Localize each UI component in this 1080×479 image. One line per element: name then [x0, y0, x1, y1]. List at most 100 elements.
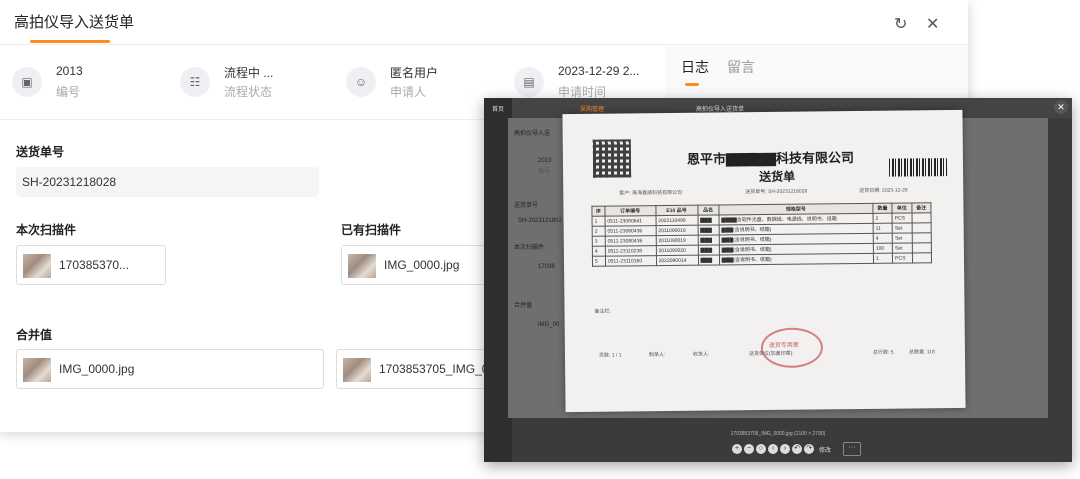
prev-icon[interactable]: ‹: [768, 444, 778, 454]
stamp-text: 送货专用章: [768, 342, 799, 349]
doc-table-cell: 100: [873, 243, 893, 254]
doc-table-cell: 4: [873, 233, 893, 244]
file-thumbnail: [348, 254, 376, 278]
doc-table-cell: ▇▇▇: [697, 244, 720, 256]
doc-table-cell: 0511-23110160: [605, 255, 657, 267]
existing-scan-file[interactable]: IMG_0000.jpg: [341, 245, 491, 285]
delivery-no-field[interactable]: SH-20231218028: [16, 167, 319, 197]
doc-table-cell: ▇▇▇(含说明书、纸箱): [719, 253, 874, 265]
doc-table-header-cell: 订单编号: [604, 205, 656, 217]
doc-company: 恩平市▇▇▇▇▇科技有限公司: [686, 150, 855, 167]
doc-table-cell: ▇▇▇: [697, 234, 720, 246]
doc-total-qty: 总数量: 118: [908, 349, 935, 356]
file-name: IMG_0000.jpg: [384, 258, 460, 272]
zoom-out-icon[interactable]: −: [744, 444, 754, 454]
doc-page: 页数: 1 / 1: [598, 352, 622, 359]
doc-table-cell: 2022090014: [656, 255, 699, 266]
image-viewer: 首页 采购管理 高拍仪导入送货单 ✕ 高拍仪导入送 2013 编号 送货单号 S…: [484, 98, 1072, 462]
bg-home-label: 首页: [492, 107, 505, 113]
info-label: 流程状态: [224, 85, 273, 99]
info-value: 流程中 ...: [224, 66, 274, 80]
doc-table-header-cell: 数量: [872, 203, 893, 214]
bg-delivery-label: 送货单号: [514, 203, 539, 209]
doc-total-rows: 总行数: 5: [872, 349, 894, 356]
doc-delivery-no: 送货单号: SH-20231218028: [745, 188, 808, 196]
info-label: 申请人: [390, 85, 427, 99]
current-scan-file[interactable]: 170385370...: [16, 245, 166, 285]
doc-table-cell: PCS: [892, 212, 912, 224]
file-name: IMG_0000.jpg: [59, 362, 135, 376]
doc-table-cell: Set: [892, 222, 912, 234]
delivery-note-image: 恩平市▇▇▇▇▇科技有限公司 送货单 客户: 珠海喜威科技有限公司 送货单号: …: [562, 109, 966, 413]
doc-table-cell: 0511-23080436: [605, 235, 656, 247]
doc-table-cell: 2022110499: [655, 215, 698, 226]
rotate-left-icon[interactable]: ↶: [792, 444, 802, 454]
bg-scan-file: 17038: [538, 264, 555, 270]
doc-table-header-cell: 品名: [697, 204, 719, 216]
doc-table-header-cell: E10 品号: [655, 205, 698, 216]
bg-merged-file: IMG_00: [538, 322, 560, 328]
file-thumbnail: [23, 254, 51, 278]
doc-table-cell: 0511-23080436: [604, 225, 656, 237]
delivery-no-label: 送货单号: [16, 145, 65, 159]
doc-table-cell: [911, 222, 932, 233]
close-icon[interactable]: ✕: [926, 14, 939, 34]
next-icon[interactable]: ›: [780, 444, 790, 454]
doc-receiver: 收货人:: [692, 351, 710, 358]
doc-table-cell: 2011090020: [655, 245, 699, 256]
bg-delivery-value: SH-2023121802: [518, 218, 562, 224]
doc-table-cell: 2: [592, 226, 606, 237]
bg-scan-label: 本次扫描件: [514, 245, 545, 251]
doc-table-cell: ▇▇▇: [697, 214, 719, 226]
doc-table-cell: [912, 242, 932, 253]
reset-icon[interactable]: ○: [756, 444, 766, 454]
info-value: 2013: [56, 64, 83, 78]
doc-table-cell: ▇▇▇: [697, 224, 720, 236]
doc-table-header-cell: 单位: [892, 202, 912, 214]
zoom-in-icon[interactable]: +: [732, 444, 742, 454]
rotate-right-icon[interactable]: ↷: [804, 444, 814, 454]
file-thumbnail: [343, 358, 371, 382]
file-name: 170385370...: [59, 258, 130, 272]
tab-message[interactable]: 留言: [727, 57, 755, 77]
bg-merged-label: 合并值: [514, 303, 533, 309]
doc-table-cell: 1: [873, 253, 893, 264]
doc-table-cell: 4: [592, 246, 606, 257]
info-item-number: ▣ 2013 编号: [0, 45, 160, 119]
refresh-icon[interactable]: ↻: [894, 14, 907, 34]
viewer-close-icon[interactable]: ✕: [1054, 100, 1068, 114]
window-title: 高拍仪导入送货单: [14, 14, 135, 31]
tab-underline: [685, 83, 699, 86]
image-caption: 1703853705_IMG_0000.jpg (2100 × 2790): [730, 431, 826, 437]
info-value: 匿名用户: [390, 66, 439, 80]
bg-title: 高拍仪导入送: [514, 131, 551, 137]
bg-number-label: 编号: [538, 169, 551, 175]
doc-table-body: 1 0511-23080641 2022110499 ▇▇▇ ▇▇▇▇含软件光盘、数据线…: [592, 212, 932, 267]
doc-date: 送货日期: 2023-12-28: [859, 187, 908, 194]
doc-customer: 客户: 珠海喜威科技有限公司: [619, 189, 683, 197]
doc-table-cell: 2: [872, 213, 893, 224]
barcode-icon: [888, 158, 948, 177]
doc-table-cell: [911, 232, 932, 243]
doc-table-cell: [912, 252, 932, 263]
doc-table: 序订单编号 E10 品号 品名 规格型号 数量 单位 备注 1 0511-23080641 20…: [591, 202, 932, 267]
qr-code-icon: [592, 139, 632, 178]
doc-remarks: 备注栏:: [594, 308, 611, 315]
doc-table-cell: Set: [892, 242, 913, 254]
bg-number: 2013: [538, 158, 552, 164]
merged-file-1[interactable]: IMG_0000.jpg: [16, 349, 324, 389]
doc-maker: 制单人:: [648, 352, 666, 359]
file-thumbnail: [23, 358, 51, 382]
doc-table-cell: 2011090016: [655, 225, 698, 236]
info-label: 编号: [56, 85, 81, 99]
info-item-status: ☷ 流程中 ... 流程状态: [168, 45, 328, 119]
doc-table-cell: PCS: [892, 252, 913, 264]
more-button[interactable]: ···: [843, 442, 862, 456]
merged-file-2[interactable]: 1703853705_IMG_0: [336, 349, 496, 389]
doc-table-cell: ▇▇▇: [698, 254, 720, 266]
edit-button[interactable]: 修改: [819, 445, 831, 454]
doc-sender: 送货单位(加盖印章):: [748, 350, 794, 358]
doc-table-cell: 11: [873, 223, 893, 234]
tab-log[interactable]: 日志: [681, 57, 709, 77]
doc-table-cell: 5: [592, 256, 606, 267]
